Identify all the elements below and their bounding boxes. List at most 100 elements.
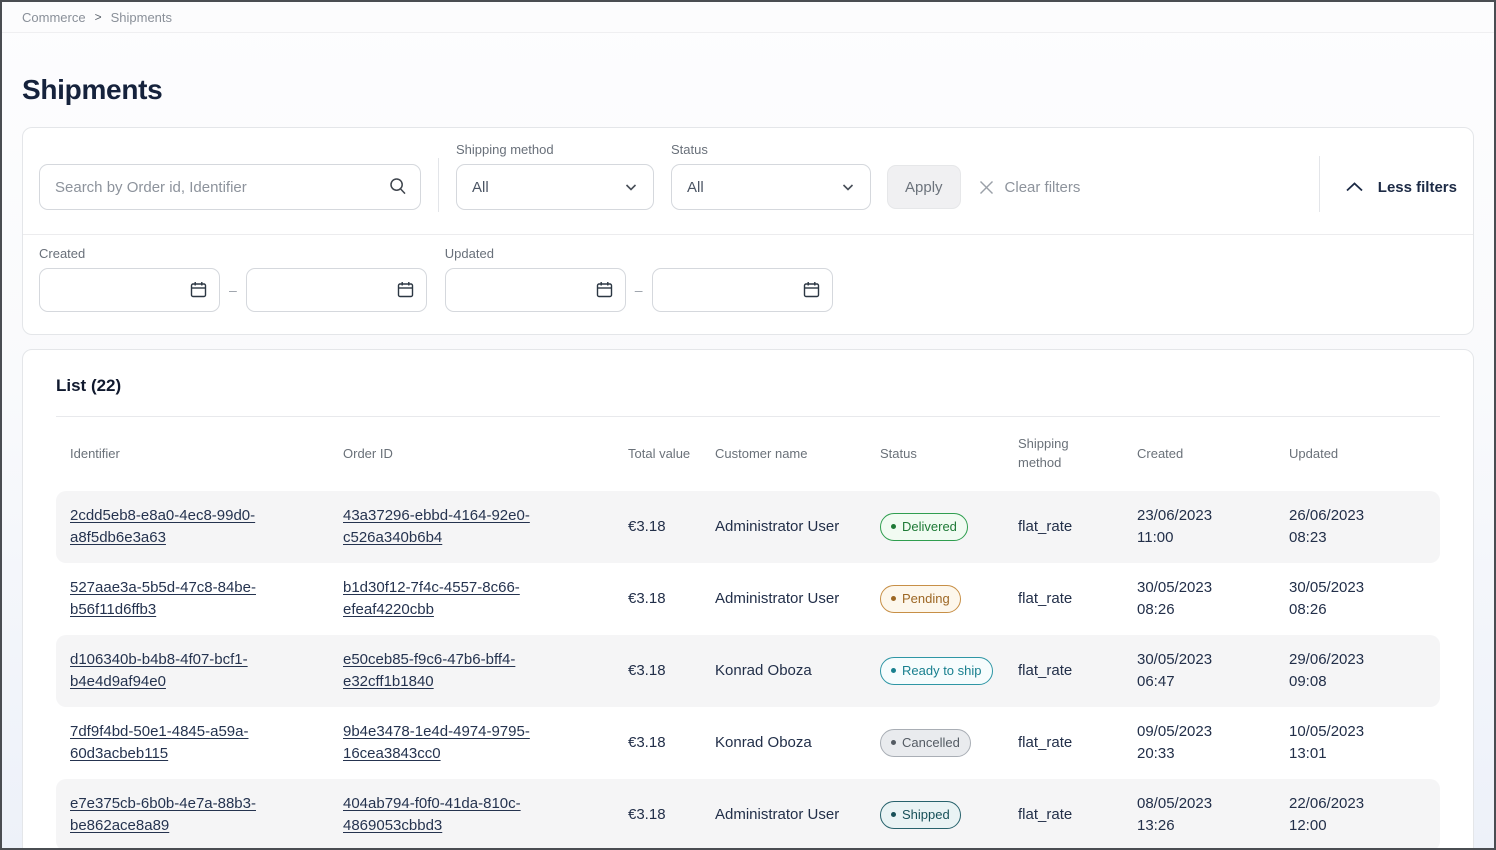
identifier-link[interactable]: 2cdd5eb8-e8a0-4ec8-99d0-a8f5db6e3a63 (70, 507, 255, 547)
shipping-method-value: All (472, 179, 489, 196)
column-header-customer-name: Customer name (715, 445, 880, 464)
created-at: 09/05/2023 20:33 (1137, 721, 1289, 766)
page-title: Shipments (22, 74, 1474, 106)
shipping-method-group: Shipping method All (456, 142, 654, 210)
status-dot-icon (891, 524, 896, 529)
column-header-created: Created (1137, 445, 1289, 464)
status-badge: Pending (880, 585, 961, 614)
order-id-link[interactable]: b1d30f12-7f4c-4557-8c66-efeaf4220cbb (343, 579, 520, 619)
status-label: Pending (902, 589, 950, 609)
status-label: Shipped (902, 805, 950, 825)
filters-dates-row: Created – (23, 234, 1473, 334)
table-header-row: Identifier Order ID Total value Customer… (56, 417, 1440, 491)
created-filter-group: Created – (39, 246, 427, 312)
status-dot-icon (891, 740, 896, 745)
identifier-link[interactable]: e7e375cb-6b0b-4e7a-88b3-be862ace8a89 (70, 795, 256, 835)
breadcrumb: Commerce > Shipments (2, 2, 1494, 33)
filters-main-row: Shipping method All Status All Apply (23, 128, 1473, 234)
breadcrumb-commerce[interactable]: Commerce (22, 10, 86, 25)
chevron-up-icon (1345, 181, 1364, 193)
order-id-link[interactable]: 404ab794-f0f0-41da-810c-4869053cbbd3 (343, 795, 521, 835)
created-from-input[interactable] (39, 268, 220, 312)
less-filters-toggle[interactable]: Less filters (1345, 164, 1457, 210)
total-value: €3.18 (628, 660, 715, 683)
date-range-dash: – (635, 282, 643, 298)
status-dot-icon (891, 596, 896, 601)
order-id-link[interactable]: 43a37296-ebbd-4164-92e0-c526a340b6b4 (343, 507, 530, 547)
column-header-total-value: Total value (628, 445, 715, 464)
shipping-method-select[interactable]: All (456, 164, 654, 210)
identifier-link[interactable]: 527aae3a-5b5d-47c8-84be-b56f11d6ffb3 (70, 579, 256, 619)
app-window: Commerce > Shipments Shipments Shipping … (0, 0, 1496, 850)
table-row: 527aae3a-5b5d-47c8-84be-b56f11d6ffb3 b1d… (56, 563, 1440, 635)
search-field-wrap (39, 164, 421, 210)
updated-at: 10/05/2023 13:01 (1289, 721, 1440, 766)
status-dot-icon (891, 812, 896, 817)
table-row: e7e375cb-6b0b-4e7a-88b3-be862ace8a89 404… (56, 779, 1440, 850)
shipping-method: flat_rate (1018, 660, 1137, 683)
customer-name: Administrator User (715, 588, 880, 611)
created-at: 30/05/2023 08:26 (1137, 577, 1289, 622)
chevron-down-icon (840, 179, 856, 195)
shipping-method-label: Shipping method (456, 142, 654, 157)
status-dot-icon (891, 668, 896, 673)
column-header-order-id: Order ID (343, 445, 628, 464)
status-badge: Cancelled (880, 729, 971, 758)
created-at: 30/05/2023 06:47 (1137, 649, 1289, 694)
created-from-wrap (39, 268, 220, 312)
identifier-link[interactable]: 7df9f4bd-50e1-4845-a59a-60d3acbeb115 (70, 723, 248, 763)
table-row: 2cdd5eb8-e8a0-4ec8-99d0-a8f5db6e3a63 43a… (56, 491, 1440, 563)
clear-x-icon (978, 179, 995, 196)
clear-filters-label: Clear filters (1005, 179, 1081, 196)
created-to-input[interactable] (246, 268, 427, 312)
status-badge: Shipped (880, 801, 961, 830)
column-header-identifier: Identifier (56, 445, 343, 464)
table-row: 7df9f4bd-50e1-4845-a59a-60d3acbeb115 9b4… (56, 707, 1440, 779)
order-id-link[interactable]: e50ceb85-f9c6-47b6-bff4-e32cff1b1840 (343, 651, 515, 691)
total-value: €3.18 (628, 804, 715, 827)
apply-button[interactable]: Apply (887, 165, 961, 209)
filter-divider (438, 158, 439, 212)
total-value: €3.18 (628, 588, 715, 611)
updated-at: 22/06/2023 12:00 (1289, 793, 1440, 838)
status-select[interactable]: All (671, 164, 871, 210)
filter-divider (1319, 156, 1320, 212)
chevron-down-icon (623, 179, 639, 195)
status-filter-group: Status All (671, 142, 871, 210)
status-filter-value: All (687, 179, 704, 196)
customer-name: Konrad Oboza (715, 732, 880, 755)
created-label: Created (39, 246, 427, 261)
list-title: List (22) (56, 376, 1440, 396)
column-header-shipping-method: Shipping method (1018, 435, 1137, 473)
updated-at: 29/06/2023 09:08 (1289, 649, 1440, 694)
search-icon (388, 176, 408, 196)
updated-from-input[interactable] (445, 268, 626, 312)
shipping-method: flat_rate (1018, 732, 1137, 755)
shipping-method: flat_rate (1018, 588, 1137, 611)
date-range-dash: – (229, 282, 237, 298)
order-id-link[interactable]: 9b4e3478-1e4d-4974-9795-16cea3843cc0 (343, 723, 530, 763)
identifier-link[interactable]: d106340b-b4b8-4f07-bcf1-b4e4d9af94e0 (70, 651, 248, 691)
search-input[interactable] (39, 164, 421, 210)
updated-filter-group: Updated – (445, 246, 833, 312)
total-value: €3.18 (628, 732, 715, 755)
updated-label: Updated (445, 246, 833, 261)
status-label: Ready to ship (902, 661, 982, 681)
status-label: Delivered (902, 517, 957, 537)
shipping-method: flat_rate (1018, 516, 1137, 539)
updated-at: 30/05/2023 08:26 (1289, 577, 1440, 622)
less-filters-label: Less filters (1378, 179, 1457, 196)
shipping-method: flat_rate (1018, 804, 1137, 827)
customer-name: Administrator User (715, 804, 880, 827)
created-at: 23/06/2023 11:00 (1137, 505, 1289, 550)
status-badge: Delivered (880, 513, 968, 542)
updated-from-wrap (445, 268, 626, 312)
clear-filters-button[interactable]: Clear filters (978, 165, 1081, 209)
table-row: d106340b-b4b8-4f07-bcf1-b4e4d9af94e0 e50… (56, 635, 1440, 707)
customer-name: Administrator User (715, 516, 880, 539)
status-filter-label: Status (671, 142, 871, 157)
breadcrumb-shipments: Shipments (111, 10, 172, 25)
created-to-wrap (246, 268, 427, 312)
customer-name: Konrad Oboza (715, 660, 880, 683)
updated-to-input[interactable] (652, 268, 833, 312)
